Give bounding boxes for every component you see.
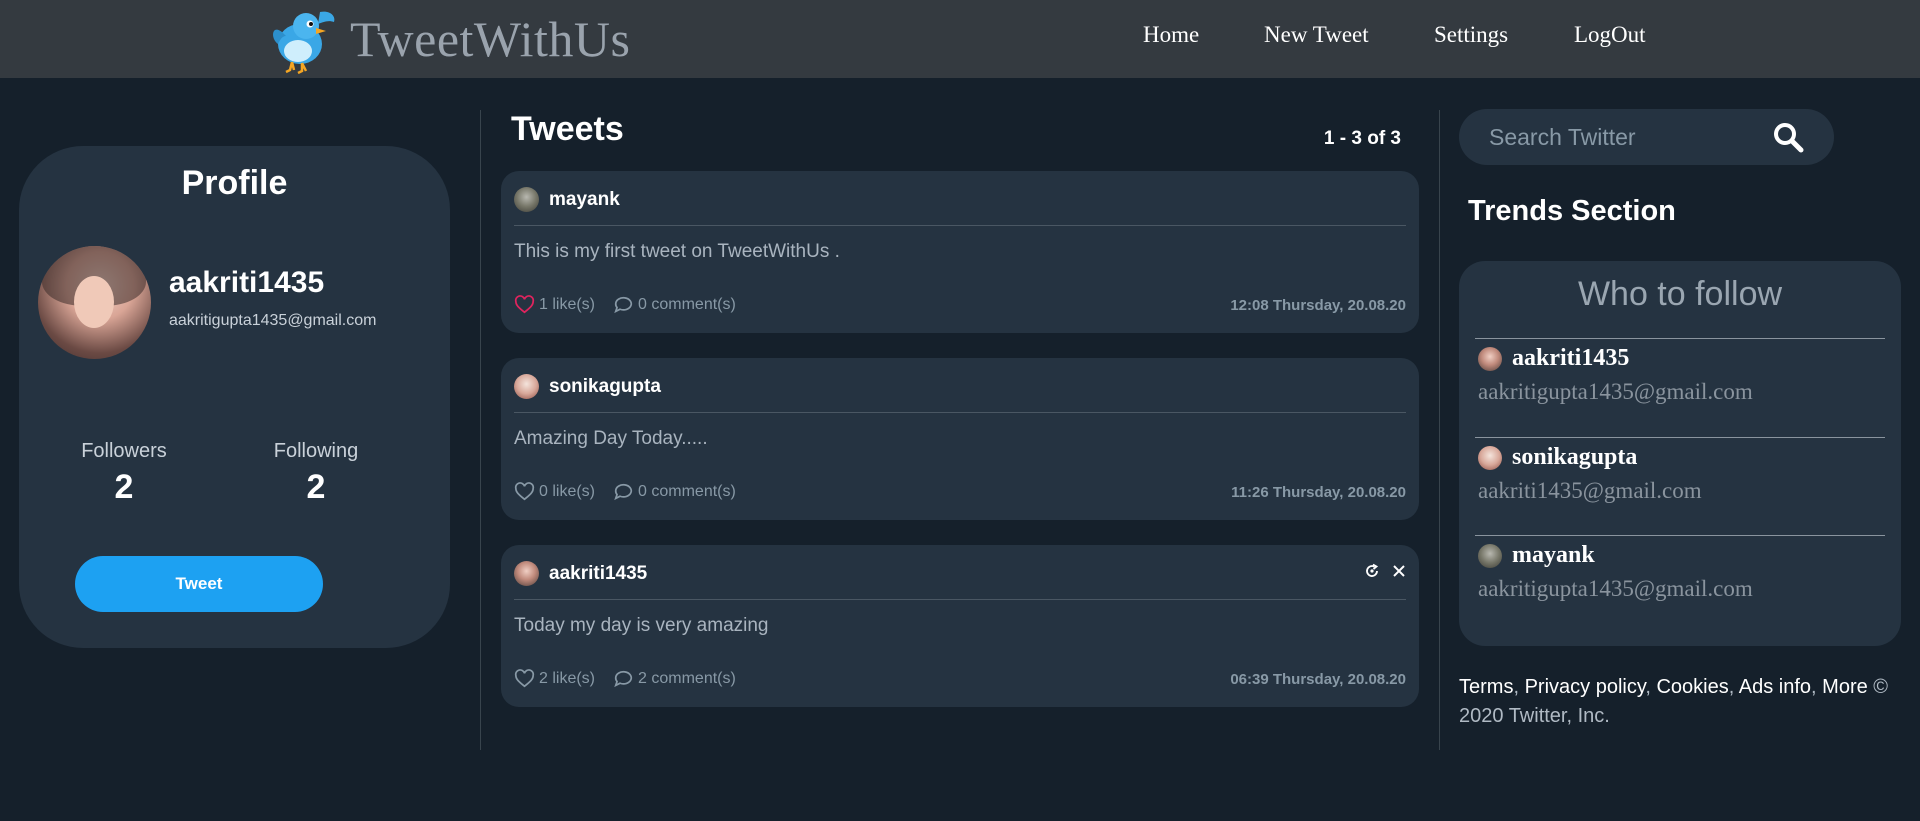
tweet-actions: 0 like(s) 0 comment(s) bbox=[514, 482, 736, 501]
who-to-follow-card: Who to follow aakriti1435 aakritigupta14… bbox=[1459, 261, 1901, 646]
footer-terms-link[interactable]: Terms bbox=[1459, 676, 1513, 698]
nav-settings-link[interactable]: Settings bbox=[1434, 22, 1508, 48]
footer-ads-info-link[interactable]: Ads info bbox=[1739, 676, 1811, 698]
tweet-text: Today my day is very amazing bbox=[514, 615, 769, 636]
heart-icon bbox=[514, 482, 535, 501]
comment-count: 0 comment(s) bbox=[638, 482, 736, 500]
left-divider bbox=[480, 110, 481, 750]
tweet-card: mayank This is my first tweet on TweetWi… bbox=[501, 171, 1419, 333]
footer-more-link[interactable]: More bbox=[1822, 676, 1868, 698]
nav-new-tweet-link[interactable]: New Tweet bbox=[1264, 22, 1369, 48]
following-label: Following bbox=[273, 440, 359, 462]
suggestion-avatar bbox=[1478, 446, 1502, 470]
tweet-text: This is my first tweet on TweetWithUs . bbox=[514, 241, 840, 262]
right-divider bbox=[1439, 110, 1440, 750]
suggestion-name[interactable]: sonikagupta bbox=[1512, 444, 1637, 471]
brand[interactable]: TweetWithUs bbox=[268, 2, 630, 76]
tweet-actions: 2 like(s) 2 comment(s) bbox=[514, 669, 736, 688]
heart-icon bbox=[514, 669, 535, 688]
tweet-divider bbox=[514, 599, 1406, 600]
search-icon[interactable] bbox=[1772, 121, 1804, 158]
follow-suggestion: aakriti1435 aakritigupta1435@gmail.com bbox=[1475, 338, 1885, 437]
tweet-timestamp: 06:39 Thursday, 20.08.20 bbox=[1230, 671, 1406, 688]
tweet-card: aakriti1435 Today my day is very amazing… bbox=[501, 545, 1419, 707]
followers-label: Followers bbox=[81, 440, 167, 462]
comment-button[interactable]: 2 comment(s) bbox=[613, 669, 736, 688]
tweet-actions: 1 like(s) 0 comment(s) bbox=[514, 295, 736, 314]
follow-suggestion: sonikagupta aakriti1435@gmail.com bbox=[1475, 437, 1885, 536]
suggestion-avatar bbox=[1478, 347, 1502, 371]
comment-bubble-icon bbox=[614, 296, 633, 314]
tweet-button[interactable]: Tweet bbox=[75, 556, 323, 612]
tweet-timestamp: 12:08 Thursday, 20.08.20 bbox=[1230, 297, 1406, 314]
tweet-card: sonikagupta Amazing Day Today..... 0 lik… bbox=[501, 358, 1419, 520]
like-count: 1 like(s) bbox=[539, 295, 596, 313]
followers-count: 2 bbox=[114, 468, 134, 506]
nav-home-link[interactable]: Home bbox=[1143, 22, 1199, 48]
who-to-follow-title: Who to follow bbox=[1577, 275, 1783, 313]
suggestion-name[interactable]: mayank bbox=[1512, 542, 1595, 569]
trends-title: Trends Section bbox=[1468, 195, 1676, 227]
tweet-username[interactable]: mayank bbox=[549, 189, 620, 211]
profile-card: Profile aakriti1435 aakritigupta1435@gma… bbox=[19, 146, 450, 648]
feed-title: Tweets bbox=[511, 110, 624, 148]
search-box bbox=[1459, 109, 1834, 165]
comment-bubble-icon bbox=[614, 670, 633, 688]
tweet-divider bbox=[514, 225, 1406, 226]
tweet-avatar bbox=[514, 187, 539, 212]
nav-logout-link[interactable]: LogOut bbox=[1574, 22, 1646, 48]
tweet-avatar bbox=[514, 561, 539, 586]
tweet-username[interactable]: sonikagupta bbox=[549, 376, 661, 398]
tweet-divider bbox=[514, 412, 1406, 413]
tweet-text: Amazing Day Today..... bbox=[514, 428, 708, 449]
search-input[interactable] bbox=[1487, 122, 1751, 152]
comment-button[interactable]: 0 comment(s) bbox=[613, 482, 736, 501]
footer-cookies-link[interactable]: Cookies bbox=[1656, 676, 1728, 698]
follow-suggestion: mayank aakritigupta1435@gmail.com bbox=[1475, 535, 1885, 634]
profile-username: aakriti1435 bbox=[169, 266, 325, 299]
tweet-timestamp: 11:26 Thursday, 20.08.20 bbox=[1231, 484, 1406, 501]
profile-email: aakritigupta1435@gmail.com bbox=[169, 312, 377, 329]
comment-count: 2 comment(s) bbox=[638, 669, 736, 687]
suggestion-name[interactable]: aakriti1435 bbox=[1512, 345, 1629, 372]
suggestion-email: aakriti1435@gmail.com bbox=[1478, 478, 1702, 503]
tweet-avatar bbox=[514, 374, 539, 399]
footer-privacy-link[interactable]: Privacy policy bbox=[1525, 676, 1646, 698]
suggestion-email: aakritigupta1435@gmail.com bbox=[1478, 576, 1753, 601]
pagination-info: 1 - 3 of 3 bbox=[1323, 128, 1401, 149]
profile-avatar bbox=[38, 246, 151, 359]
comment-count: 0 comment(s) bbox=[638, 295, 736, 313]
brand-name: TweetWithUs bbox=[350, 11, 631, 67]
heart-icon bbox=[514, 295, 535, 314]
like-button[interactable]: 0 like(s) bbox=[514, 482, 595, 501]
like-count: 0 like(s) bbox=[539, 482, 596, 500]
profile-title: Profile bbox=[181, 164, 288, 202]
tweet-username[interactable]: aakriti1435 bbox=[549, 563, 647, 585]
twitter-bird-icon bbox=[273, 11, 335, 74]
tweet-owner-tools bbox=[1364, 563, 1406, 584]
suggestion-email: aakritigupta1435@gmail.com bbox=[1478, 379, 1753, 404]
following-count: 2 bbox=[306, 468, 326, 506]
refresh-edit-icon[interactable] bbox=[1364, 563, 1380, 584]
like-count: 2 like(s) bbox=[539, 669, 596, 687]
comment-button[interactable]: 0 comment(s) bbox=[613, 295, 736, 314]
suggestion-avatar bbox=[1478, 544, 1502, 568]
like-button[interactable]: 2 like(s) bbox=[514, 669, 595, 688]
close-icon[interactable] bbox=[1392, 564, 1406, 583]
top-navbar: TweetWithUs Home New Tweet Settings LogO… bbox=[0, 0, 1920, 78]
footer: Terms, Privacy policy, Cookies, Ads info… bbox=[1459, 676, 1889, 727]
like-button[interactable]: 1 like(s) bbox=[514, 295, 595, 314]
comment-bubble-icon bbox=[614, 483, 633, 501]
